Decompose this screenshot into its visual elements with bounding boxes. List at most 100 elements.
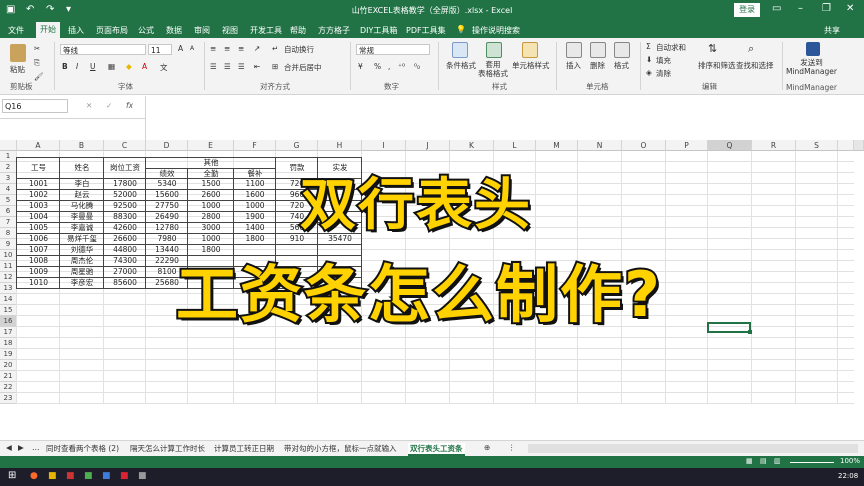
increase-decimal-icon[interactable]: ⁺⁰ [398,62,405,71]
orientation-icon[interactable]: ↗ [254,44,260,53]
column-header[interactable]: B [60,140,104,151]
column-header[interactable]: L [494,140,536,151]
cell-meal[interactable]: 1100 [234,178,276,189]
cell-name[interactable]: 李曼曼 [60,211,104,222]
percent-button[interactable]: % [374,62,381,71]
align-right-icon[interactable]: ☰ [238,62,245,71]
cut-icon[interactable]: ✂ [34,44,40,53]
delete-cells-icon[interactable] [590,42,606,58]
row-header[interactable]: 15 [0,305,17,316]
cell-name[interactable]: 李白 [60,178,104,189]
excel-taskbar-icon[interactable]: ■ [84,471,93,481]
tab-pdf[interactable]: PDF工具集 [406,25,446,36]
page-break-view-icon[interactable]: ▥ [774,457,781,465]
row-header[interactable]: 5 [0,195,17,206]
share-button[interactable]: 共享 [824,25,840,36]
tab-developer[interactable]: 开发工具 [250,25,282,36]
row-header[interactable]: 11 [0,261,17,272]
column-header[interactable]: J [406,140,450,151]
cell-name[interactable]: 周杰伦 [60,255,104,266]
tab-file[interactable]: 文件 [8,25,24,36]
zoom-slider[interactable] [790,462,834,463]
currency-icon[interactable]: ¥ [358,62,363,71]
cell-perf[interactable]: 26490 [146,211,188,222]
cell-id[interactable]: 1004 [17,211,60,222]
align-center-icon[interactable]: ☰ [224,62,231,71]
cell-perf[interactable]: 5340 [146,178,188,189]
tab-help[interactable]: 帮助 [290,25,306,36]
clock[interactable]: 22:08 [838,472,858,480]
row-header[interactable]: 19 [0,349,17,360]
cell-base[interactable]: 42600 [104,222,146,233]
maximize-icon[interactable]: ❐ [822,3,831,14]
page-layout-view-icon[interactable]: ▤ [760,457,767,465]
tab-page-layout[interactable]: 页面布局 [96,25,128,36]
cell-base[interactable]: 27000 [104,266,146,277]
cell-name[interactable]: 李彦宏 [60,277,104,288]
cell-name[interactable]: 马化腾 [60,200,104,211]
ribbon-options-icon[interactable]: ▭ [772,3,781,14]
app-icon[interactable]: ■ [120,471,129,481]
cell-base[interactable]: 74300 [104,255,146,266]
sort-filter-icon[interactable]: ⇅ [708,42,717,55]
cell-base[interactable]: 44800 [104,244,146,255]
mindmanager-icon[interactable] [806,42,820,56]
format-as-table-icon[interactable] [486,42,502,58]
sheet-tab[interactable]: 同时查看两个表格 (2) [46,443,119,454]
tab-diy[interactable]: DIY工具箱 [360,25,397,36]
cell-attend[interactable]: 2800 [188,211,234,222]
border-icon[interactable]: ▦ [108,62,115,71]
browser-icon[interactable]: ● [30,471,38,481]
grow-font-button[interactable]: A [178,44,183,53]
cell-styles-icon[interactable] [522,42,538,58]
tab-review[interactable]: 审阅 [194,25,210,36]
wrap-text-button[interactable]: 自动换行 [284,44,314,55]
conditional-format-button[interactable]: 条件格式 [446,60,476,71]
sheet-tab[interactable]: 隔天怎么计算工作时长 [130,443,205,454]
column-header[interactable]: S [796,140,838,151]
tab-home[interactable]: 开始 [36,22,60,38]
column-header[interactable]: C [104,140,146,151]
tab-data[interactable]: 数据 [166,25,182,36]
cell-styles-button[interactable]: 单元格样式 [512,60,550,71]
name-box[interactable]: Q16 [2,99,68,113]
cell-meal[interactable]: 1800 [234,233,276,244]
merge-icon[interactable]: ⊞ [272,62,278,71]
indent-icon[interactable]: ⇤ [254,62,260,71]
insert-cells-button[interactable]: 插入 [566,60,581,71]
column-header[interactable]: G [276,140,318,151]
cell-perf[interactable]: 7980 [146,233,188,244]
copy-icon[interactable]: ⎘ [34,58,40,68]
column-header[interactable]: N [578,140,622,151]
tab-view[interactable]: 视图 [222,25,238,36]
cell-name[interactable]: 易烊千玺 [60,233,104,244]
align-middle-icon[interactable]: ≡ [224,44,230,53]
tab-insert[interactable]: 插入 [68,25,84,36]
folder-icon[interactable]: ■ [48,471,57,481]
enter-icon[interactable]: ✓ [106,101,112,110]
sort-filter-button[interactable]: 排序和筛选 [698,60,736,71]
close-icon[interactable]: ✕ [846,3,854,14]
send-to-mindmanager-button[interactable]: 发送到 MindManager [786,58,837,76]
cell-attend[interactable]: 1000 [188,233,234,244]
cell-id[interactable]: 1002 [17,189,60,200]
cell-meal[interactable]: 1000 [234,200,276,211]
cell-perf[interactable]: 27750 [146,200,188,211]
fill-button[interactable]: 填充 [656,55,671,66]
cell-id[interactable]: 1001 [17,178,60,189]
row-header[interactable]: 17 [0,327,17,338]
column-header[interactable]: I [362,140,406,151]
cell-id[interactable]: 1006 [17,233,60,244]
add-sheet-icon[interactable]: ⊕ [484,443,490,452]
cell-base[interactable]: 88300 [104,211,146,222]
row-header[interactable]: 2 [0,162,17,173]
column-header[interactable]: D [146,140,188,151]
clear-button[interactable]: 清除 [656,68,671,79]
paste-icon[interactable] [10,44,26,62]
cell-base[interactable]: 52000 [104,189,146,200]
merge-center-button[interactable]: 合并后居中 [284,62,322,73]
cell-base[interactable]: 17800 [104,178,146,189]
cell-id[interactable]: 1008 [17,255,60,266]
column-header[interactable]: A [17,140,60,151]
row-header[interactable]: 13 [0,283,17,294]
